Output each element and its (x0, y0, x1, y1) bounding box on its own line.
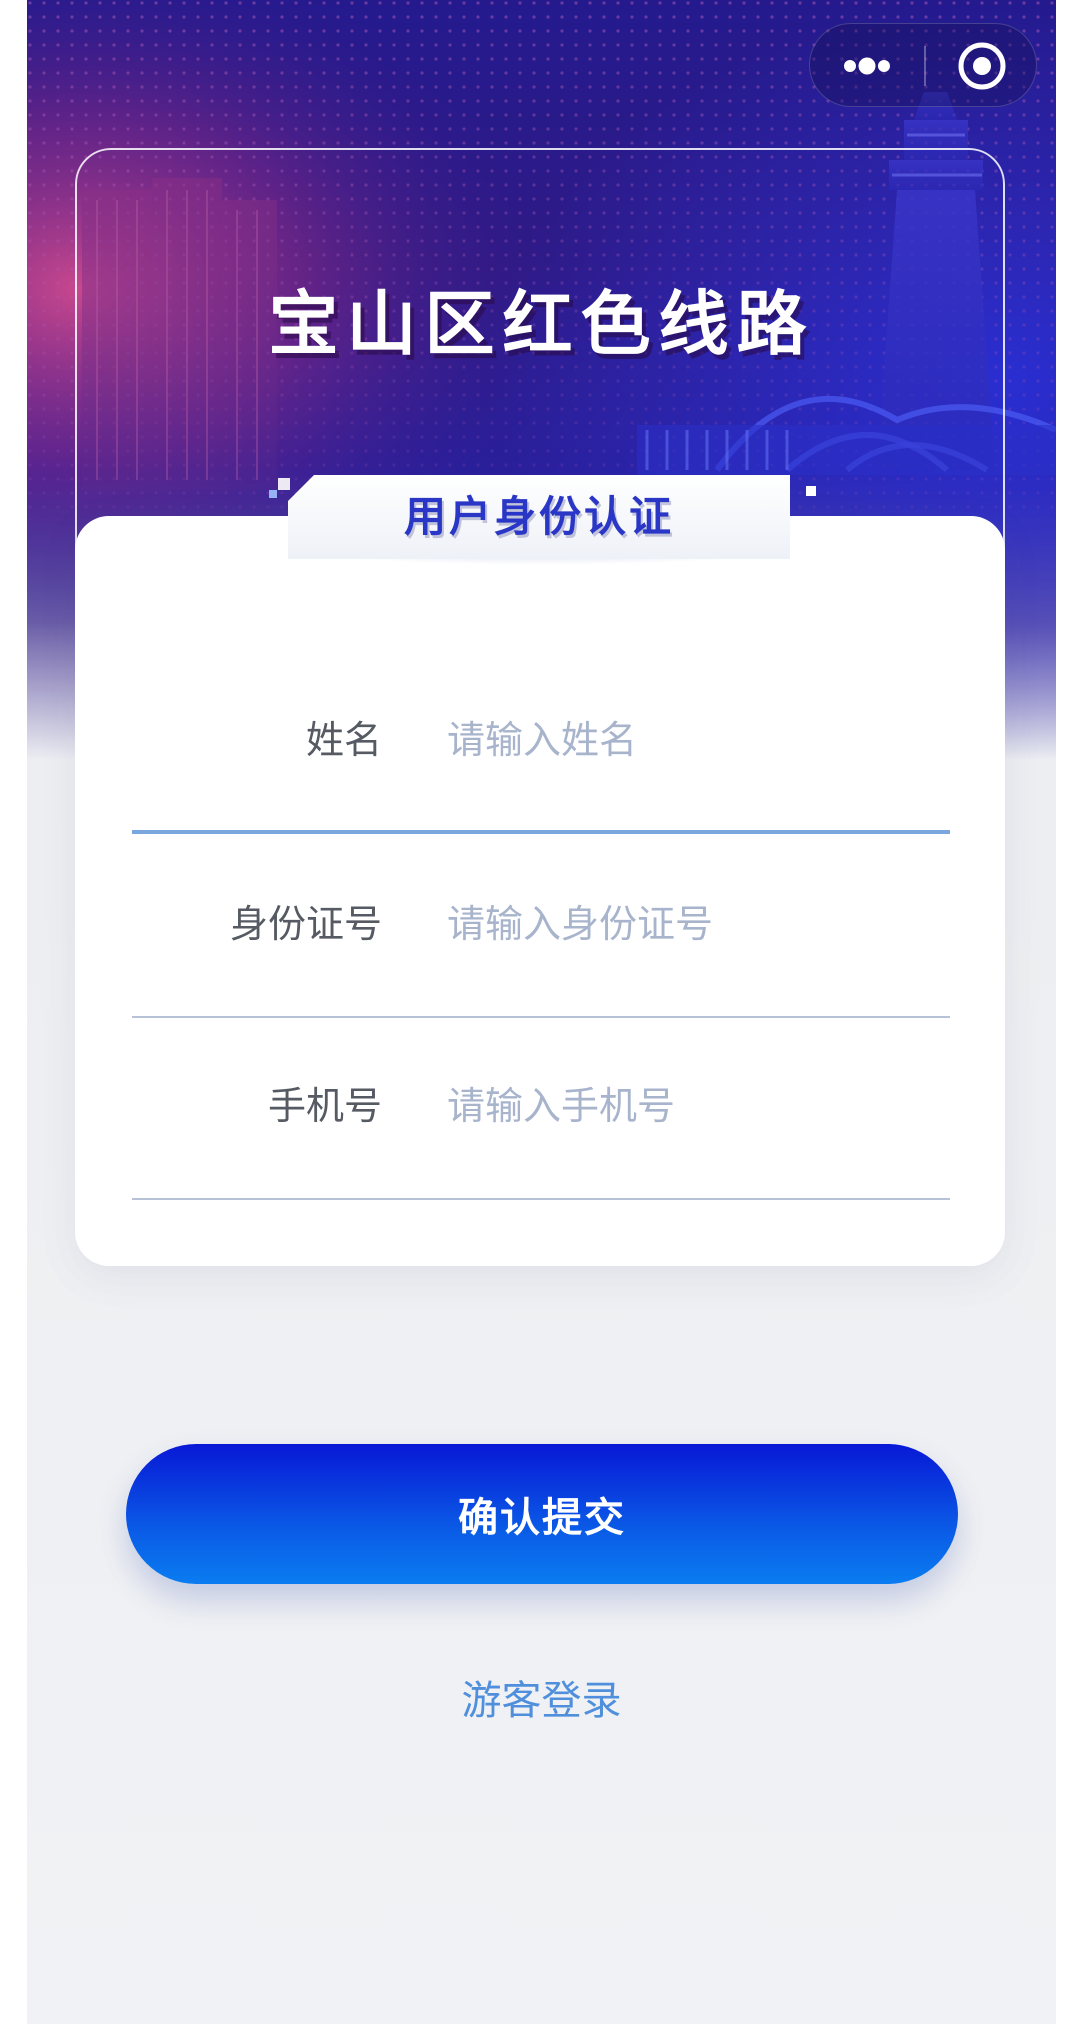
name-input[interactable] (447, 680, 937, 800)
mini-program-capsule (809, 23, 1037, 107)
name-underline (132, 830, 950, 834)
decor-square (278, 478, 290, 490)
name-label: 姓名 (305, 718, 382, 762)
section-title-tab: 用户身份认证 (288, 475, 790, 559)
name-field-row: 姓名 (132, 680, 950, 800)
submit-button[interactable]: 确认提交 (126, 1444, 958, 1584)
page: 宝山区红色线路 用户身份认证 姓名 请输入姓名 身份证号 请输入身份证号 手机号… (27, 0, 1056, 2024)
phone-label: 手机号 (267, 1084, 382, 1128)
more-menu-button[interactable] (810, 24, 924, 108)
id-number-underline (132, 1016, 950, 1018)
more-dots-icon (844, 57, 890, 75)
target-circle-icon (958, 42, 1006, 90)
id-number-field-row: 身份证号 (132, 864, 950, 984)
phone-field-row: 手机号 (132, 1046, 950, 1166)
section-title: 用户身份认证 (403, 492, 674, 541)
phone-underline (132, 1198, 950, 1200)
id-number-label: 身份证号 (229, 902, 382, 946)
banner-title: 宝山区红色线路 (268, 283, 815, 365)
id-number-input[interactable] (447, 864, 937, 984)
decor-square (269, 490, 277, 498)
guest-login-link[interactable]: 游客登录 (27, 1668, 1056, 1726)
decor-square (806, 486, 816, 496)
close-mini-program-button[interactable] (926, 24, 1038, 108)
phone-input[interactable] (447, 1046, 937, 1166)
